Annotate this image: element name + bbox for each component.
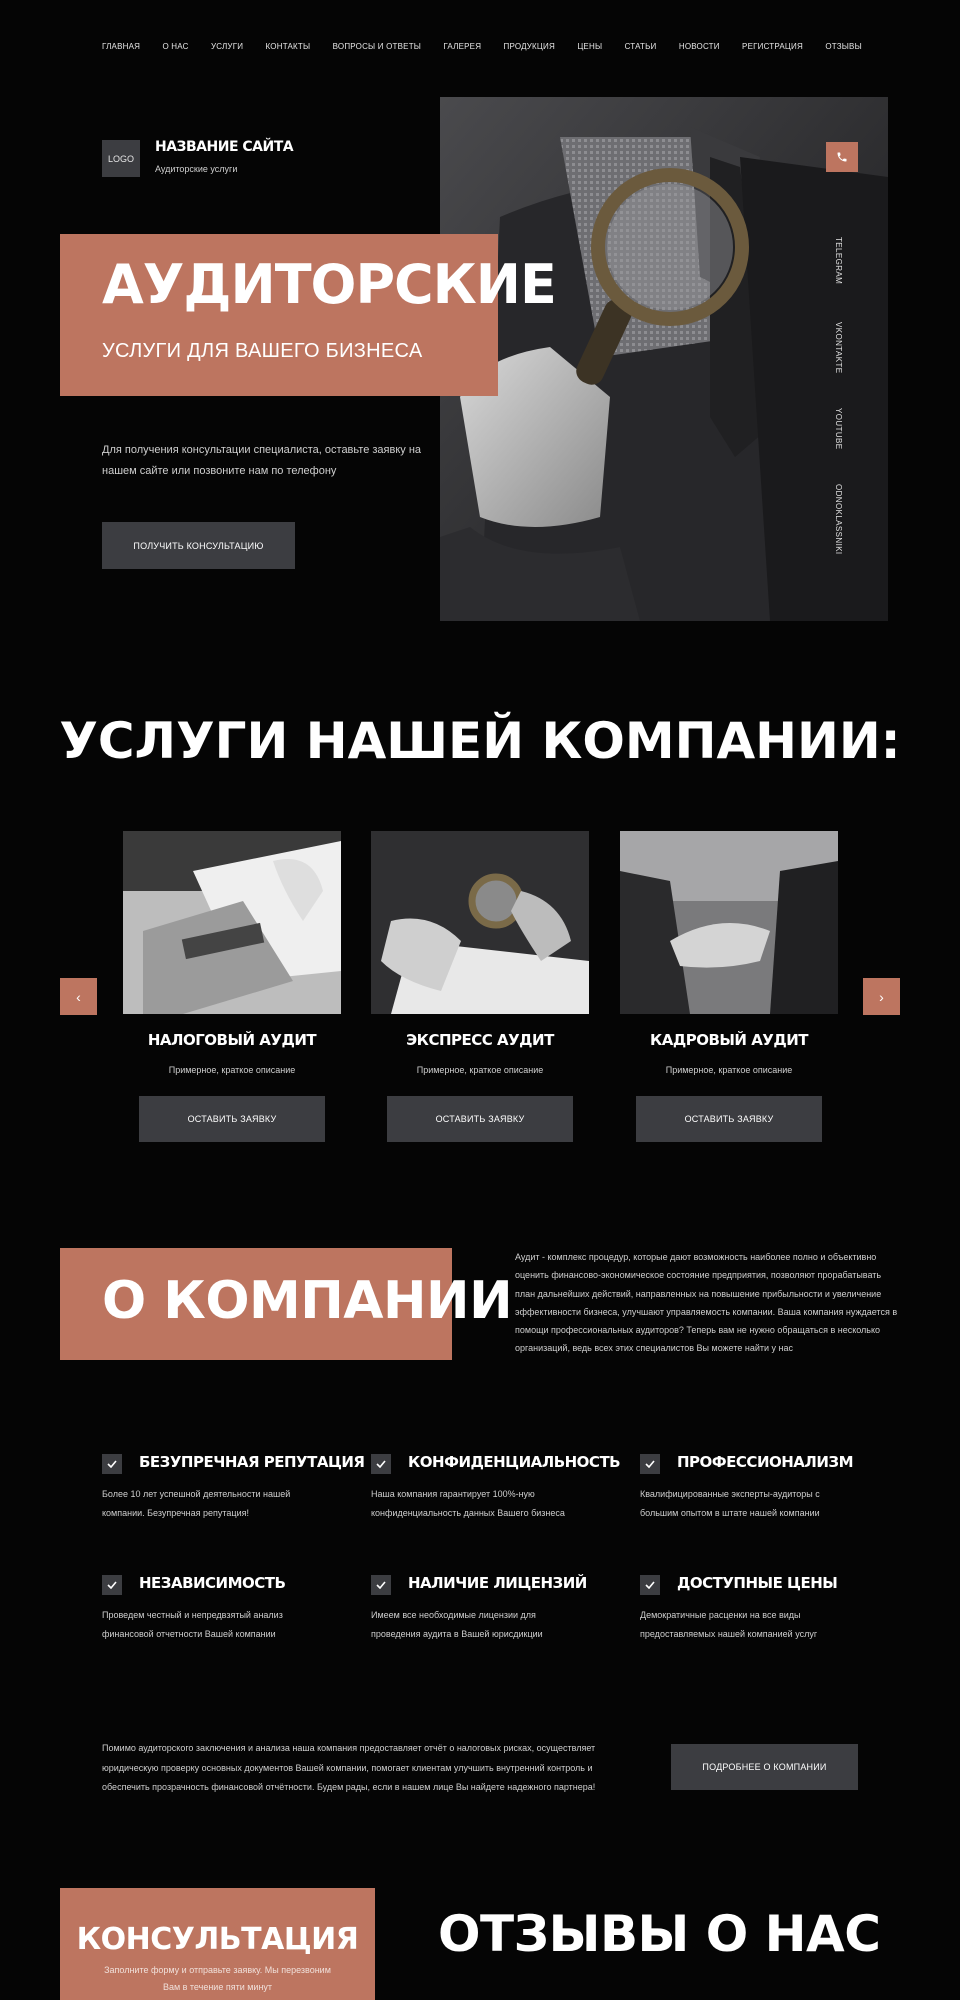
social-odnoklassniki[interactable]: ODNOKLASSNIKI [834, 484, 843, 555]
feature-check-independence [102, 1575, 122, 1595]
about-more-button[interactable]: ПОДРОБНЕЕ О КОМПАНИИ [671, 1744, 858, 1790]
consult-title: КОНСУЛЬТАЦИЯ [76, 1922, 359, 1957]
order-button-express[interactable]: ОСТАВИТЬ ЗАЯВКУ [387, 1096, 573, 1142]
nav-about[interactable]: О НАС [162, 42, 188, 51]
service-card-image-express[interactable] [371, 831, 589, 1014]
chevron-right-icon: › [879, 988, 884, 1005]
feature-title-professionalism: ПРОФЕССИОНАЛИЗМ [677, 1453, 854, 1471]
about-title: О КОМПАНИИ [102, 1271, 513, 1331]
nav-home[interactable]: ГЛАВНАЯ [102, 42, 140, 51]
service-card-desc-hr: Примерное, краткое описание [665, 1065, 793, 1075]
feature-check-licenses [371, 1575, 391, 1595]
feature-desc-prices: Демократичные расценки на все виды предо… [640, 1610, 818, 1639]
get-consultation-button[interactable]: ПОЛУЧИТЬ КОНСУЛЬТАЦИЮ [102, 522, 295, 569]
feature-check-reputation [102, 1454, 122, 1474]
calculator-illustration [123, 831, 341, 1014]
handshake-illustration [620, 831, 838, 1014]
hero-subtitle: УСЛУГИ ДЛЯ ВАШЕГО БИЗНЕСА [102, 340, 423, 362]
nav-reviews[interactable]: ОТЗЫВЫ [825, 42, 862, 51]
reviews-title: ОТЗЫВЫ О НАС [438, 1905, 881, 1963]
feature-title-prices: ДОСТУПНЫЕ ЦЕНЫ [677, 1574, 838, 1592]
services-title: УСЛУГИ НАШЕЙ КОМПАНИИ: [59, 712, 901, 770]
feature-desc-confidentiality: Наша компания гарантирует 100%-ную конфи… [371, 1489, 565, 1518]
feature-title-confidentiality: КОНФИДЕНЦИАЛЬНОСТЬ [408, 1453, 621, 1471]
nav-news[interactable]: НОВОСТИ [679, 42, 720, 51]
logo[interactable]: LOGO [102, 140, 140, 177]
feature-desc-independence: Проведем честный и непредвзятый анализ ф… [102, 1610, 283, 1639]
feature-title-licenses: НАЛИЧИЕ ЛИЦЕНЗИЙ [408, 1574, 587, 1592]
feature-title-reputation: БЕЗУПРЕЧНАЯ РЕПУТАЦИЯ [139, 1453, 365, 1471]
service-card-desc-tax: Примерное, краткое описание [168, 1065, 296, 1075]
feature-desc-reputation: Более 10 лет успешной деятельности нашей… [102, 1489, 291, 1518]
main-nav: ГЛАВНАЯ О НАС УСЛУГИ КОНТАКТЫ ВОПРОСЫ И … [102, 42, 862, 51]
nav-faq[interactable]: ВОПРОСЫ И ОТВЕТЫ [333, 42, 421, 51]
feature-title-independence: НЕЗАВИСИМОСТЬ [139, 1574, 286, 1592]
consult-subtitle: Заполните форму и отправьте заявку. Мы п… [104, 1965, 331, 1992]
hero-photo [440, 97, 888, 621]
nav-contacts[interactable]: КОНТАКТЫ [266, 42, 311, 51]
hero-title: АУДИТОРСКИЕ [102, 253, 557, 316]
social-telegram[interactable]: TELEGRAM [834, 237, 843, 284]
feature-check-prices [640, 1575, 660, 1595]
check-icon [107, 1460, 117, 1468]
auditor-magnifier-illustration [440, 97, 888, 621]
nav-services[interactable]: УСЛУГИ [211, 42, 243, 51]
nav-gallery[interactable]: ГАЛЕРЕЯ [443, 42, 481, 51]
service-card-desc-express: Примерное, краткое описание [416, 1065, 544, 1075]
carousel-next-button[interactable]: › [863, 978, 900, 1015]
service-card-title-hr: КАДРОВЫЙ АУДИТ [649, 1031, 809, 1049]
service-card-image-tax[interactable] [123, 831, 341, 1014]
social-youtube[interactable]: YOUTUBE [834, 408, 843, 449]
site-subtitle: Аудиторские услуги [155, 164, 238, 174]
order-button-hr[interactable]: ОСТАВИТЬ ЗАЯВКУ [636, 1096, 822, 1142]
service-card-image-hr[interactable] [620, 831, 838, 1014]
feature-desc-licenses: Имеем все необходимые лицензии для прове… [371, 1610, 543, 1639]
feature-check-confidentiality [371, 1454, 391, 1474]
feature-desc-professionalism: Квалифицированные эксперты-аудиторы с бо… [640, 1489, 820, 1518]
phone-button[interactable] [826, 142, 858, 172]
order-button-tax[interactable]: ОСТАВИТЬ ЗАЯВКУ [139, 1096, 325, 1142]
check-icon [107, 1581, 117, 1589]
check-icon [645, 1460, 655, 1468]
service-card-title-express: ЭКСПРЕСС АУДИТ [406, 1031, 554, 1049]
check-icon [376, 1460, 386, 1468]
phone-icon [837, 152, 847, 162]
carousel-prev-button[interactable]: ‹ [60, 978, 97, 1015]
feature-check-professionalism [640, 1454, 660, 1474]
nav-prices[interactable]: ЦЕНЫ [577, 42, 602, 51]
about-more-text: Помимо аудиторского заключения и анализа… [102, 1743, 596, 1792]
nav-products[interactable]: ПРОДУКЦИЯ [504, 42, 555, 51]
site-name: НАЗВАНИЕ САЙТА [155, 139, 294, 155]
hero-text: Для получения консультации специалиста, … [102, 444, 422, 477]
social-vkontakte[interactable]: VKONTAKTE [834, 322, 843, 373]
chevron-left-icon: ‹ [76, 988, 81, 1005]
about-text: Аудит - комплекс процедур, которые дают … [515, 1252, 898, 1354]
check-icon [376, 1581, 386, 1589]
nav-registration[interactable]: РЕГИСТРАЦИЯ [742, 42, 803, 51]
check-icon [645, 1581, 655, 1589]
magnifier-document-illustration [371, 831, 589, 1014]
nav-articles[interactable]: СТАТЬИ [625, 42, 657, 51]
service-card-title-tax: НАЛОГОВЫЙ АУДИТ [147, 1031, 317, 1049]
